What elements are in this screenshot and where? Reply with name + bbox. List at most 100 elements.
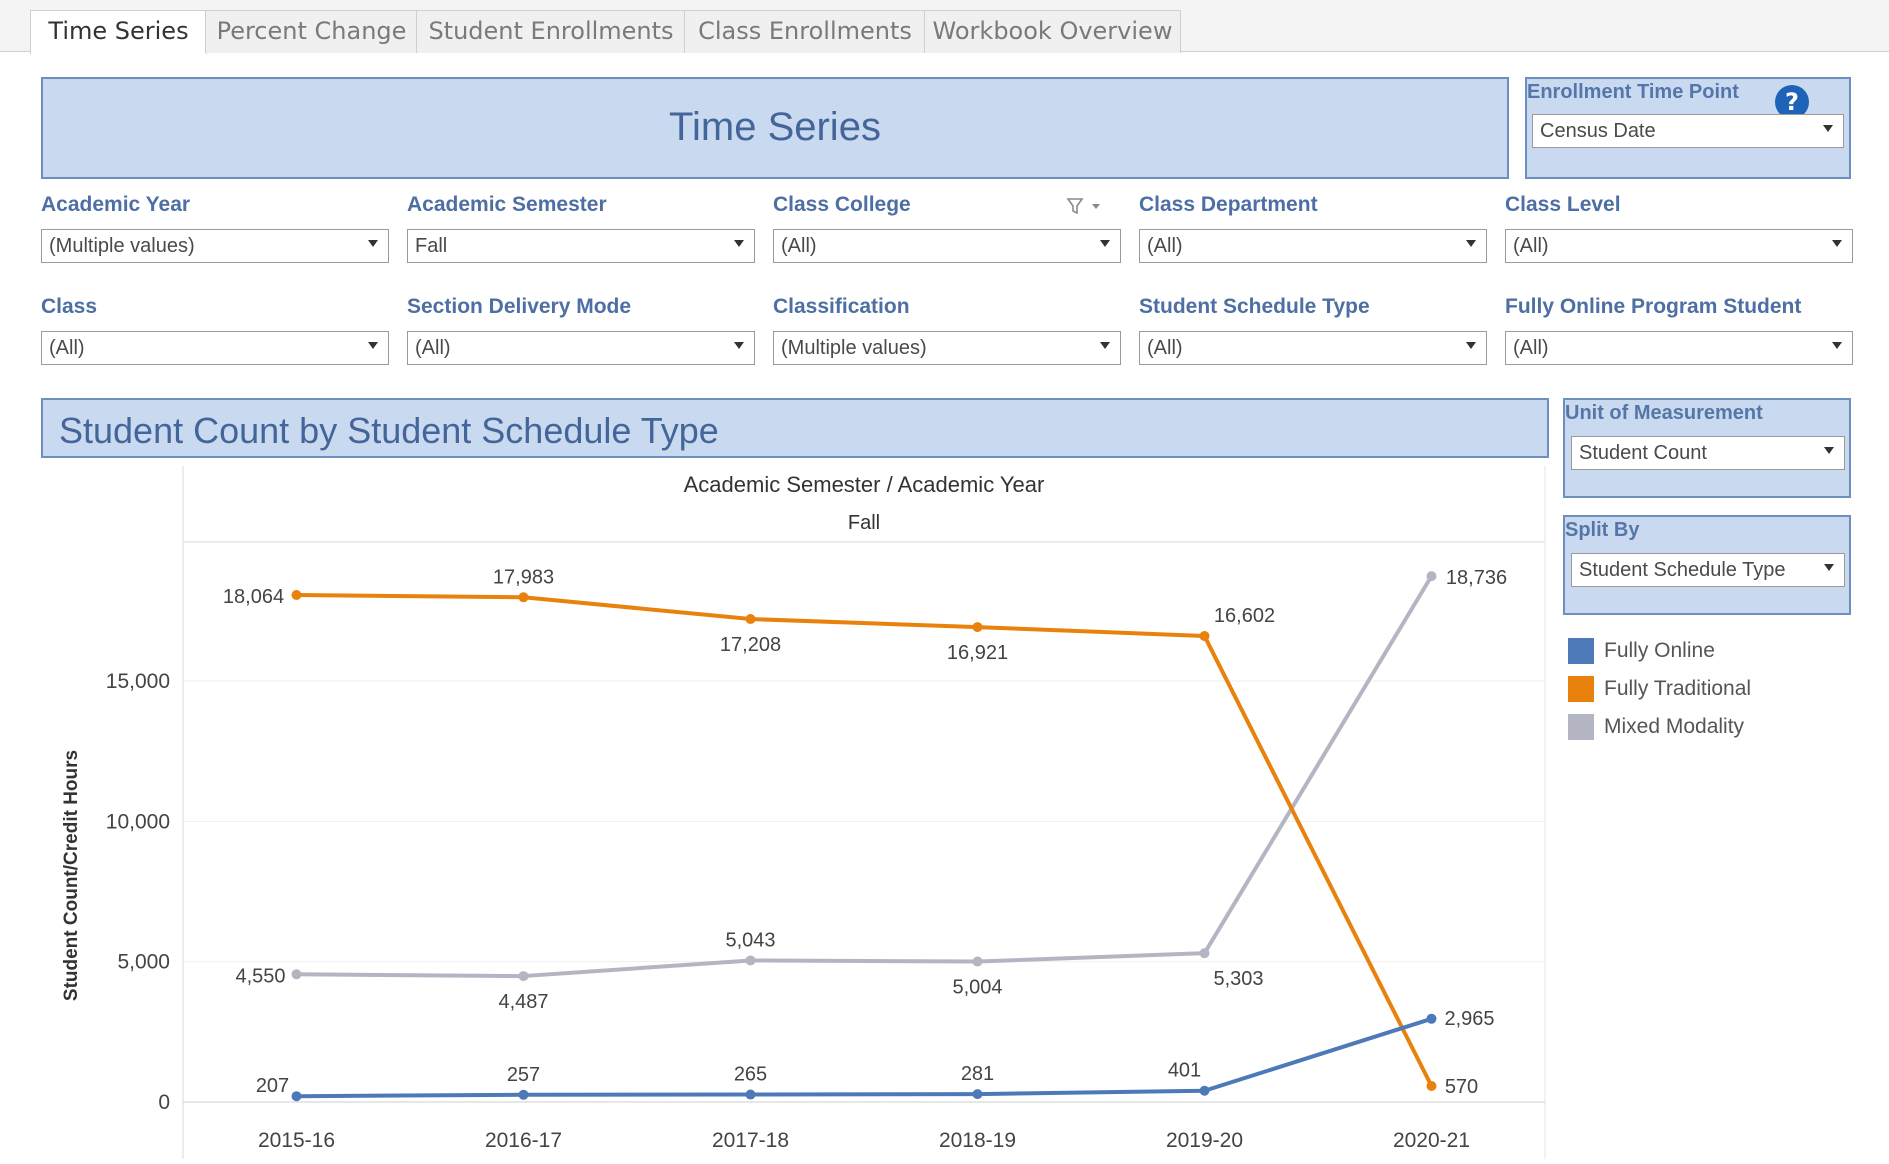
legend-swatch-fully-online[interactable] (1568, 638, 1594, 664)
x-tick-label: 2018-19 (939, 1129, 1016, 1152)
chevron-down-icon (1832, 240, 1842, 247)
x-tick-label: 2015-16 (258, 1129, 335, 1152)
y-tick-label: 15,000 (106, 670, 170, 693)
tab-bar: Time Series Percent Change Student Enrol… (0, 0, 1889, 54)
chevron-down-icon (1466, 342, 1476, 349)
chevron-down-icon (1824, 447, 1834, 454)
data-label-mixed-modality: 5,043 (725, 929, 775, 951)
data-point-fully-online (972, 1089, 983, 1100)
legend-swatch-mixed-modality[interactable] (1568, 714, 1594, 740)
filter-value: Fall (415, 235, 448, 257)
data-point-mixed-modality (972, 956, 983, 967)
filter-academic-semester[interactable]: Fall (407, 229, 755, 263)
series-line-mixed-modality (296, 575, 1434, 979)
chevron-down-icon (734, 342, 744, 349)
data-point-mixed-modality (291, 969, 302, 980)
chart-header-label: Academic Semester / Academic Year (684, 472, 1045, 497)
unit-of-measurement-dropdown[interactable]: Student Count (1571, 436, 1845, 470)
split-by-dropdown[interactable]: Student Schedule Type (1571, 553, 1845, 587)
enrollment-time-point-dropdown[interactable]: Census Date (1532, 114, 1844, 148)
series-line-fully-traditional (296, 593, 1434, 1087)
tab-percent-change[interactable]: Percent Change (205, 10, 418, 53)
data-label-fully-traditional: 17,983 (493, 566, 554, 588)
chart-pane-label: Fall (848, 512, 880, 534)
y-tick-label: 10,000 (106, 810, 170, 833)
filter-value: (Multiple values) (781, 337, 927, 359)
tab-student-enrollments[interactable]: Student Enrollments (416, 10, 686, 53)
y-axis-title: Student Count/Credit Hours (61, 750, 82, 1001)
data-point-fully-online (745, 1089, 756, 1100)
page-title: Time Series (669, 105, 881, 149)
filter-label-student-schedule-type: Student Schedule Type (1139, 295, 1370, 318)
data-label-fully-traditional: 18,064 (223, 586, 284, 608)
chevron-down-icon (1832, 342, 1842, 349)
legend-label-fully-online[interactable]: Fully Online (1604, 639, 1715, 663)
unit-of-measurement-label: Unit of Measurement (1565, 402, 1763, 424)
x-tick-label: 2020-21 (1393, 1129, 1470, 1152)
filter-label-class: Class (41, 295, 98, 318)
filter-label-class-college: Class College (773, 193, 911, 216)
chart-title: Student Count by Student Schedule Type (59, 410, 719, 451)
filter-class[interactable]: (All) (41, 331, 389, 365)
filter-section-delivery-mode[interactable]: (All) (407, 331, 755, 365)
filter-value: (All) (1513, 235, 1549, 257)
data-point-fully-traditional (972, 622, 983, 633)
data-label-mixed-modality: 5,004 (952, 977, 1002, 999)
data-point-fully-online (1199, 1085, 1210, 1096)
filter-value: (All) (415, 337, 451, 359)
tab-time-series[interactable]: Time Series (30, 10, 207, 54)
chevron-down-icon (368, 240, 378, 247)
chevron-down-icon (1824, 564, 1834, 571)
filter-value: (All) (1147, 337, 1183, 359)
data-point-fully-traditional (1199, 631, 1210, 642)
series-line-fully-online (296, 1016, 1433, 1099)
filter-value: (All) (1147, 235, 1183, 257)
data-label-mixed-modality: 4,550 (235, 965, 285, 987)
filter-classification[interactable]: (Multiple values) (773, 331, 1121, 365)
data-label-fully-traditional: 570 (1445, 1076, 1478, 1098)
data-label-fully-traditional: 17,208 (720, 634, 781, 656)
filter-class-level[interactable]: (All) (1505, 229, 1853, 263)
filter-class-department[interactable]: (All) (1139, 229, 1487, 263)
y-tick-label: 0 (158, 1091, 170, 1114)
tab-workbook-overview[interactable]: Workbook Overview (924, 10, 1181, 53)
data-point-mixed-modality (518, 971, 529, 982)
data-point-fully-online (518, 1089, 529, 1100)
data-label-mixed-modality: 5,303 (1213, 968, 1263, 990)
filter-fully-online-program-student[interactable]: (All) (1505, 331, 1853, 365)
filter-label-section-delivery-mode: Section Delivery Mode (407, 295, 632, 318)
chevron-down-icon (1100, 240, 1110, 247)
legend-label-fully-traditional[interactable]: Fully Traditional (1604, 677, 1751, 701)
split-by-control: Split By Student Schedule Type (1563, 515, 1851, 615)
split-by-label: Split By (1565, 519, 1640, 541)
filter-academic-year[interactable]: (Multiple values) (41, 229, 389, 263)
tab-class-enrollments[interactable]: Class Enrollments (684, 10, 926, 53)
filter-label-class-level: Class Level (1505, 193, 1621, 216)
unit-of-measurement-control: Unit of Measurement Student Count (1563, 398, 1851, 498)
chevron-down-icon (1100, 342, 1110, 349)
data-point-fully-traditional (745, 614, 756, 625)
filter-student-schedule-type[interactable]: (All) (1139, 331, 1487, 365)
filter-label-class-department: Class Department (1139, 193, 1318, 216)
data-label-fully-online: 265 (734, 1064, 767, 1086)
filter-label-classification: Classification (773, 295, 910, 318)
chevron-down-icon (734, 240, 744, 247)
data-point-mixed-modality (745, 955, 756, 966)
filter-label-academic-year: Academic Year (41, 193, 191, 216)
chevron-down-icon (1823, 125, 1833, 132)
filter-funnel-icon[interactable] (1066, 196, 1102, 218)
chart-legend: Fully Online Fully Traditional Mixed Mod… (1568, 638, 1848, 758)
filter-class-college[interactable]: (All) (773, 229, 1121, 263)
legend-label-mixed-modality[interactable]: Mixed Modality (1604, 715, 1744, 739)
data-point-fully-online (291, 1091, 302, 1102)
data-point-fully-online (1426, 1013, 1437, 1024)
enrollment-time-point-control: Enrollment Time Point ? Census Date (1525, 77, 1851, 179)
data-point-mixed-modality (1199, 948, 1210, 959)
data-point-fully-traditional (1426, 1081, 1437, 1092)
enrollment-time-point-value: Census Date (1540, 120, 1656, 142)
legend-swatch-fully-traditional[interactable] (1568, 676, 1594, 702)
data-label-mixed-modality: 18,736 (1446, 567, 1507, 589)
data-point-fully-traditional (291, 590, 302, 601)
y-tick-label: 5,000 (117, 951, 170, 974)
split-by-value: Student Schedule Type (1579, 559, 1786, 581)
